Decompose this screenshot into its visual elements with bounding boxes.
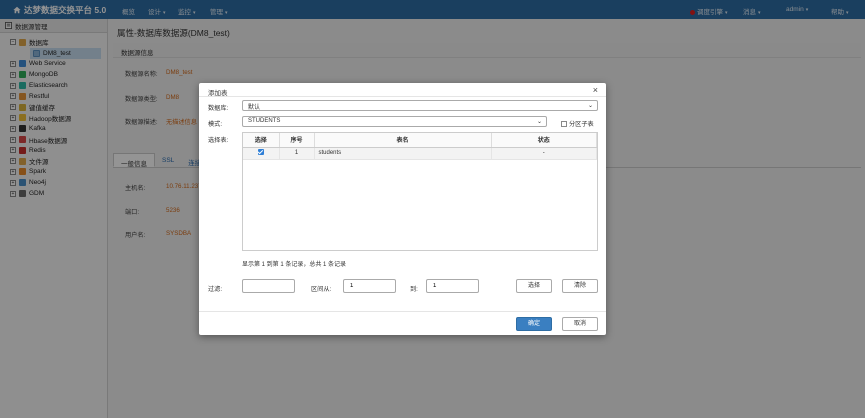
table-row[interactable]: 1 students -: [243, 147, 597, 160]
cancel-button[interactable]: 取消: [562, 317, 598, 331]
column-header-name[interactable]: 表名: [314, 133, 492, 148]
column-header-index[interactable]: 序号: [279, 133, 315, 148]
dialog-header: 添加表 ×: [199, 83, 606, 97]
row-status: -: [491, 147, 597, 160]
confirm-button[interactable]: 确定: [516, 317, 552, 331]
row-table-name: students: [314, 147, 492, 160]
range-to-label: 到:: [410, 286, 418, 293]
checkbox-checked-icon: [257, 149, 264, 155]
database-select[interactable]: 默认 ⌄: [242, 100, 598, 111]
clear-button[interactable]: 清除: [562, 279, 598, 293]
close-icon[interactable]: ×: [593, 85, 598, 95]
checkbox-icon: [561, 121, 567, 128]
partition-checkbox[interactable]: 分区子表: [561, 119, 594, 128]
schema-label: 模式:: [208, 121, 223, 128]
chevron-down-icon: ⌄: [587, 103, 593, 109]
database-label: 数据库:: [208, 105, 229, 112]
partition-label: 分区子表: [569, 121, 594, 128]
filter-label: 过滤:: [208, 286, 223, 293]
column-header-select[interactable]: 选择: [243, 133, 280, 148]
database-select-value: 默认: [248, 105, 261, 111]
select-button[interactable]: 选择: [516, 279, 552, 293]
dialog-footer-divider: [199, 311, 606, 312]
filter-input[interactable]: [242, 279, 295, 293]
chevron-down-icon: ⌄: [536, 119, 542, 125]
table-select-label: 选择表:: [208, 137, 229, 144]
table-list: 选择 序号 表名 状态 1 students -: [242, 132, 598, 251]
range-to-input[interactable]: [426, 279, 479, 293]
range-from-input[interactable]: [343, 279, 396, 293]
range-from-label: 区间从:: [311, 286, 332, 293]
column-header-status[interactable]: 状态: [491, 133, 597, 148]
schema-select[interactable]: STUDENTS ⌄: [242, 116, 547, 127]
row-checkbox[interactable]: [243, 147, 280, 160]
add-table-dialog: 添加表 × 数据库: 默认 ⌄ 模式: STUDENTS ⌄ 分区子表 选择表:…: [199, 83, 606, 335]
row-index: 1: [279, 147, 315, 160]
pagination-summary: 显示第 1 到第 1 条记录，总共 1 条记录: [242, 262, 347, 268]
schema-select-value: STUDENTS: [248, 118, 281, 124]
dialog-title: 添加表: [208, 90, 228, 97]
